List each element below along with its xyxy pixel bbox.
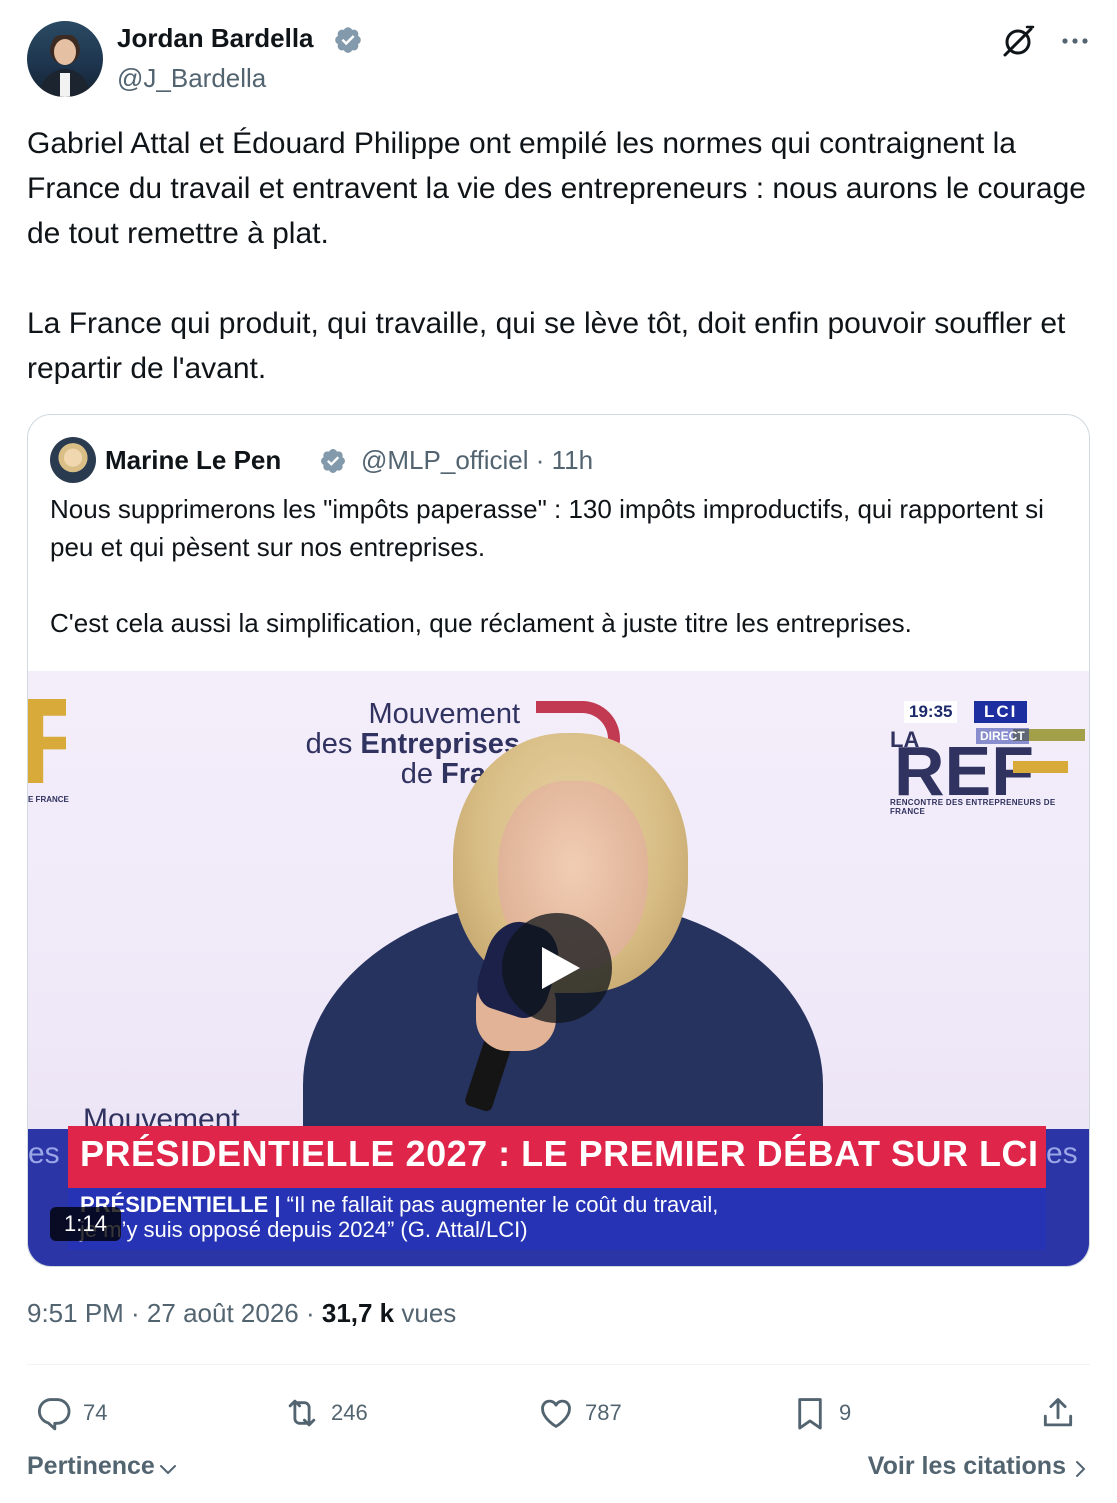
view-quotes-label: Voir les citations [867, 1452, 1066, 1480]
share-button[interactable] [1039, 1388, 1077, 1438]
video-player[interactable]: E FRANCE Mouvement des Entreprises de Fr… [28, 671, 1089, 1266]
video-duration: 1:14 [50, 1207, 121, 1241]
quoted-paragraph: Nous supprimerons les "impôts paperasse"… [50, 494, 1044, 562]
tweet-timestamp[interactable]: 9:51 PM · 27 août 2026 · [27, 1298, 322, 1328]
verified-badge-icon [335, 27, 361, 53]
reply-button[interactable]: 74 [35, 1388, 107, 1438]
view-quotes-link[interactable]: Voir les citations [868, 1452, 1090, 1481]
retweet-button[interactable]: 246 [283, 1388, 368, 1438]
divider [27, 1364, 1090, 1365]
la-ref-subtitle: RENCONTRE DES ENTREPRENEURS DE FRANCE [890, 798, 1056, 816]
broadcast-clock: 19:35 [904, 701, 958, 723]
quoted-author-name: Marine Le Pen [105, 445, 282, 475]
lower-third-quote-line1: PRÉSIDENTIELLE | “Il ne fallait pas augm… [80, 1192, 719, 1217]
sort-dropdown[interactable]: Pertinence [27, 1452, 179, 1481]
ref-logo-caption-partial: E FRANCE [28, 795, 69, 804]
bookmark-button[interactable]: 9 [791, 1388, 851, 1438]
chevron-down-icon [159, 1464, 176, 1474]
background-text-right: es [1046, 1137, 1078, 1170]
grok-icon[interactable] [1000, 23, 1036, 59]
sort-label: Pertinence [27, 1452, 155, 1480]
quoted-tweet-text: Nous supprimerons les "impôts paperasse"… [50, 490, 1060, 642]
bookmark-icon [798, 1398, 822, 1430]
ref-logo-partial [28, 699, 66, 783]
quoted-paragraph: C'est cela aussi la simplification, que … [50, 608, 912, 638]
background-text-left: es [28, 1137, 60, 1170]
live-badge: DIRECT [976, 728, 1029, 744]
tweet-meta: 9:51 PM · 27 août 2026 · 31,7 k vues [27, 1298, 456, 1329]
quoted-author-avatar [50, 437, 96, 483]
tweet-paragraph: La France qui produit, qui travaille, qu… [27, 307, 1066, 385]
like-count: 787 [585, 1400, 622, 1425]
heart-icon [541, 1399, 571, 1428]
play-button[interactable] [502, 913, 612, 1023]
more-options-icon[interactable] [1060, 29, 1090, 53]
chevron-right-icon [1076, 1460, 1085, 1477]
quoted-tweet-header: Marine Le Pen @MLP_officiel · 11h [50, 437, 1050, 483]
author-avatar[interactable] [27, 21, 103, 97]
verified-badge-icon [321, 449, 345, 473]
action-bar: 74 246 787 9 [27, 1388, 1090, 1438]
retweet-count: 246 [331, 1400, 368, 1425]
lower-third-quote-line2: je m’y suis opposé depuis 2024” (G. Atta… [80, 1217, 528, 1242]
author-handle[interactable]: @J_Bardella [117, 63, 266, 94]
reply-icon [37, 1398, 71, 1431]
tweet-text: Gabriel Attal et Édouard Philippe ont em… [27, 121, 1090, 391]
replies-footer: Pertinence Voir les citations [27, 1452, 1090, 1488]
channel-logo: LCI [974, 701, 1028, 723]
tweet-paragraph: Gabriel Attal et Édouard Philippe ont em… [27, 127, 1086, 250]
play-icon [542, 947, 580, 989]
view-label: vues [394, 1298, 457, 1328]
tweet-header: Jordan Bardella @J_Bardella [27, 21, 1090, 97]
author-name[interactable]: Jordan Bardella [117, 23, 314, 54]
share-icon [1043, 1398, 1073, 1427]
view-count: 31,7 k [321, 1298, 395, 1328]
lower-third-title: PRÉSIDENTIELLE 2027 : LE PREMIER DÉBAT S… [80, 1133, 1039, 1174]
reply-count: 74 [83, 1400, 108, 1425]
quoted-tweet[interactable]: Marine Le Pen @MLP_officiel · 11h Nous s… [27, 414, 1090, 1267]
bookmark-count: 9 [839, 1400, 852, 1425]
like-button[interactable]: 787 [537, 1388, 622, 1438]
retweet-icon [288, 1399, 316, 1427]
quoted-author-handle-time: @MLP_officiel · 11h [361, 445, 594, 475]
